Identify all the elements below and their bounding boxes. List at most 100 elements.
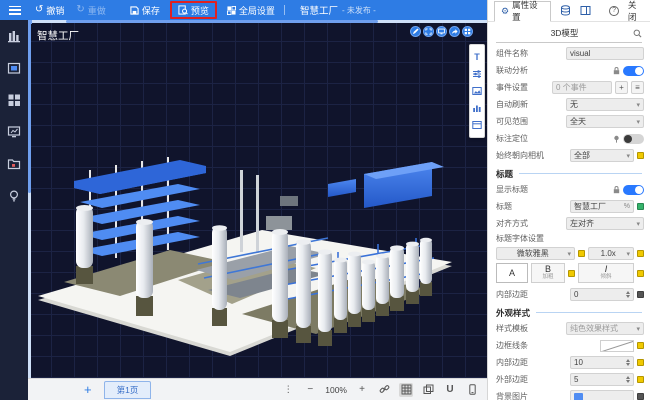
style-template-select[interactable]: 纯色效果样式▾ — [566, 322, 644, 335]
inner-margin-input[interactable]: 10 — [570, 356, 634, 369]
italic-swatch[interactable] — [637, 270, 644, 277]
face-camera-label: 始终朝向相机 — [496, 150, 570, 161]
drag-handle-icon[interactable]: ⋮ — [281, 383, 295, 397]
sidebar-item-models[interactable] — [7, 60, 22, 75]
outer-margin-swatch[interactable] — [637, 376, 644, 383]
layers-button[interactable] — [421, 383, 435, 397]
view-controls: ⋮ − 100% + U — [281, 383, 487, 397]
close-button[interactable]: 关闭 — [628, 0, 644, 23]
share-button[interactable] — [449, 26, 460, 37]
style-section-header: 外观样式 — [488, 305, 650, 320]
add-page-button[interactable]: + — [84, 383, 92, 396]
scene-canvas[interactable]: 智慧工厂 T — [28, 20, 487, 378]
title-padding-swatch[interactable] — [637, 291, 644, 298]
face-camera-select[interactable]: 全部▾ — [570, 149, 634, 162]
lock-icon[interactable] — [613, 67, 620, 75]
preview-button[interactable]: 预览 — [170, 1, 217, 19]
tab-property-settings[interactable]: ⚙ 属性设置 — [494, 1, 551, 22]
face-camera-color-swatch[interactable] — [637, 152, 644, 159]
image-tool-icon[interactable] — [472, 85, 483, 96]
linkage-toggle[interactable] — [623, 66, 644, 76]
3d-factory-scene[interactable] — [28, 20, 487, 378]
menu-icon[interactable] — [9, 6, 21, 15]
sidebar-item-lighting[interactable] — [7, 188, 22, 203]
title-color-swatch[interactable] — [637, 203, 644, 210]
font-color-button[interactable]: A — [496, 263, 528, 283]
outer-margin-input[interactable]: 5 — [570, 373, 634, 386]
bg-image-field[interactable] — [570, 390, 634, 400]
italic-button[interactable]: I倾斜 — [578, 263, 634, 283]
search-icon[interactable] — [633, 29, 642, 38]
lock-icon[interactable] — [613, 186, 620, 194]
sidebar-item-scene[interactable] — [7, 28, 22, 43]
font-size-swatch[interactable] — [637, 250, 644, 257]
model-box-icon — [7, 61, 21, 75]
filter-sliders-icon[interactable] — [472, 68, 483, 79]
top-toolbar: ↺ 撤销 ↻ 重做 保存 预览 全局设置 智慧工厂 - 未发布 - — [0, 0, 487, 20]
font-family-swatch[interactable] — [578, 250, 585, 257]
component-name-input[interactable]: visual — [566, 47, 644, 60]
link-icon[interactable] — [377, 383, 391, 397]
horizontal-scrollbar[interactable] — [28, 20, 487, 23]
title-text-input[interactable]: 智慧工厂% — [570, 200, 634, 213]
layout-panel-icon[interactable] — [580, 5, 591, 17]
redo-button[interactable]: ↻ 重做 — [70, 0, 111, 20]
smart-factory-editor: ↺ 撤销 ↻ 重做 保存 预览 全局设置 智慧工厂 - 未发布 - — [0, 0, 650, 400]
chevron-down-icon: ▾ — [626, 152, 630, 160]
global-settings-button[interactable]: 全局设置 — [221, 0, 281, 20]
pin-icon[interactable] — [613, 135, 620, 143]
border-line-swatch[interactable] — [637, 342, 644, 349]
undo-button[interactable]: ↺ 撤销 — [29, 0, 70, 20]
stepper-icon[interactable] — [626, 359, 630, 366]
visible-range-label: 可见范围 — [496, 116, 566, 127]
grid-view-button[interactable] — [462, 26, 473, 37]
title-padding-input[interactable]: 0 — [570, 288, 634, 301]
page-tab[interactable]: 第1页 — [104, 381, 152, 399]
bold-swatch[interactable] — [568, 270, 575, 277]
zoom-in-button[interactable]: + — [355, 383, 369, 397]
align-select[interactable]: 左对齐▾ — [566, 217, 644, 230]
refresh-select[interactable]: 无▾ — [566, 98, 644, 111]
sidebar-item-materials[interactable] — [7, 156, 22, 171]
chart-tool-icon[interactable] — [472, 103, 483, 114]
marker-toggle[interactable] — [623, 134, 644, 144]
font-family-select[interactable]: 微软雅黑▾ — [496, 247, 575, 260]
edit-pencil-button[interactable] — [410, 26, 421, 37]
visible-range-select[interactable]: 全天▾ — [566, 115, 644, 128]
event-list-button[interactable]: ≡ — [631, 81, 644, 94]
row-font-settings-label: 标题字体设置 — [488, 232, 650, 245]
refresh-label: 自动刷新 — [496, 99, 566, 110]
bg-image-swatch[interactable] — [637, 393, 644, 400]
project-status: - 未发布 - — [342, 5, 376, 16]
component-type-selector[interactable]: 3D模型 — [496, 24, 642, 43]
mobile-preview-button[interactable] — [465, 383, 479, 397]
fullscreen-button[interactable] — [423, 26, 434, 37]
stepper-icon[interactable] — [626, 376, 630, 383]
line-style-preview[interactable] — [600, 340, 634, 352]
sidebar-item-screens[interactable] — [7, 124, 22, 139]
events-input[interactable]: 0 个事件 — [552, 81, 612, 94]
grid-toggle-button[interactable] — [399, 383, 413, 397]
preview-icon — [178, 5, 188, 15]
add-event-button[interactable]: + — [615, 81, 628, 94]
monitor-button[interactable] — [436, 26, 447, 37]
card-tool-icon[interactable] — [472, 120, 483, 131]
chevron-down-icon: ▾ — [636, 220, 640, 228]
magnet-snap-button[interactable]: U — [443, 383, 457, 397]
text-tool-icon[interactable]: T — [472, 51, 483, 62]
show-title-toggle[interactable] — [623, 185, 644, 195]
vertical-scrollbar[interactable] — [28, 20, 31, 378]
bold-button[interactable]: B加粗 — [531, 263, 565, 283]
percent-binding-icon[interactable]: % — [624, 203, 630, 210]
zoom-out-button[interactable]: − — [303, 383, 317, 397]
sidebar-item-components[interactable] — [7, 92, 22, 107]
inner-margin-swatch[interactable] — [637, 359, 644, 366]
data-source-icon[interactable] — [560, 5, 571, 17]
help-button[interactable]: ? — [609, 6, 619, 16]
save-button[interactable]: 保存 — [124, 0, 166, 20]
stepper-icon[interactable] — [626, 291, 630, 298]
row-align-mode: 对齐方式 左对齐▾ — [488, 215, 650, 232]
font-size-select[interactable]: 1.0x▾ — [588, 247, 634, 260]
zoom-level[interactable]: 100% — [325, 385, 347, 395]
component-tool-strip: T — [469, 44, 485, 138]
